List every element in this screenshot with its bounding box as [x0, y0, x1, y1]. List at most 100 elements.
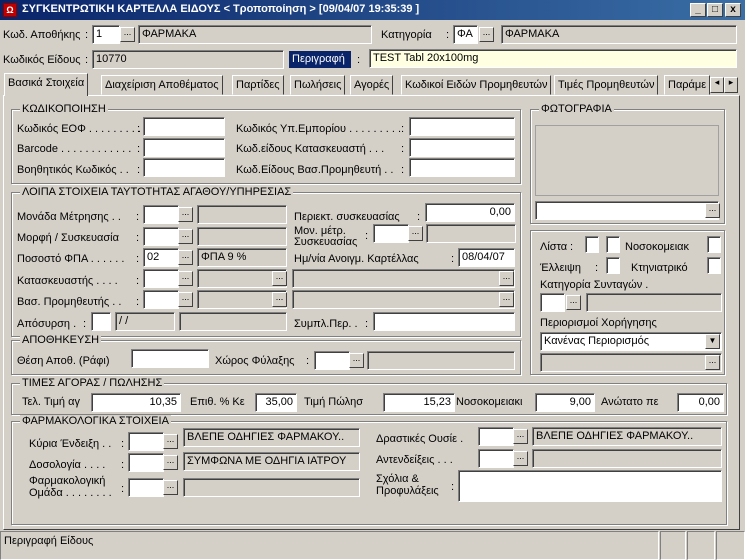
- minimize-button[interactable]: _: [690, 3, 706, 17]
- category-name-field: ΦΑΡΜΑΚΑ: [501, 25, 737, 44]
- photo-path-field[interactable]: [535, 201, 719, 220]
- withdrawal-label: Απόσυρση .: [17, 318, 77, 330]
- restrictions-extra-button[interactable]: ...: [705, 355, 720, 370]
- eof-field[interactable]: [143, 117, 225, 136]
- vat-label: Ποσοστό ΦΠΑ . . . . . .: [17, 253, 125, 265]
- active-substances-field[interactable]: [478, 427, 514, 446]
- storage-space-lookup-button[interactable]: ...: [349, 353, 364, 368]
- dosage-text-field: ΣΥΜΦΩΝΑ ΜΕ ΟΔΗΓΙΑ ΙΑΤΡΟΥ: [183, 452, 360, 471]
- hospital-checkbox[interactable]: [707, 236, 721, 253]
- shortage-checkbox[interactable]: [606, 257, 620, 274]
- active-substances-text-field: ΒΛΕΠΕ ΟΔΗΓΙΕΣ ΦΑΡΜΑΚΟΥ..: [532, 427, 722, 446]
- tab-scroll-right-icon[interactable]: ▸: [724, 77, 738, 93]
- form-name-field: [197, 227, 287, 246]
- shortage-label: Έλλειψη: [540, 262, 581, 274]
- rx-category-lookup-button[interactable]: ...: [566, 295, 581, 310]
- status-pane-4: [716, 531, 745, 560]
- form-label: Μορφή / Συσκευασία: [17, 232, 119, 244]
- rx-category-name-field: [586, 293, 722, 312]
- open-date-field[interactable]: 08/04/07: [458, 248, 515, 267]
- active-substances-lookup-button[interactable]: ...: [513, 429, 528, 444]
- status-pane-3: [687, 531, 715, 560]
- comments-field[interactable]: [458, 470, 722, 502]
- manufacturer-field[interactable]: [143, 269, 179, 288]
- restrictions-extra-field: [540, 353, 722, 372]
- pack-content-field[interactable]: 0,00: [425, 203, 515, 222]
- contraindications-lookup-button[interactable]: ...: [513, 451, 528, 466]
- vat-code-field[interactable]: 02: [143, 248, 179, 267]
- manufacturer-lookup-button[interactable]: ...: [178, 271, 193, 286]
- unit-field[interactable]: [143, 205, 179, 224]
- restrictions-dropdown-icon[interactable]: ▼: [705, 334, 720, 349]
- description-field[interactable]: TEST Tabl 20x100mg: [369, 49, 737, 68]
- form-lookup-button[interactable]: ...: [178, 229, 193, 244]
- tab-supplier-prices[interactable]: Τιμές Προμηθευτών: [554, 75, 659, 95]
- last-buy-field[interactable]: 10,35: [91, 393, 181, 412]
- category-code-field[interactable]: ΦΑ: [453, 25, 478, 44]
- tab-basic[interactable]: Βασικά Στοιχεία: [4, 73, 89, 96]
- compl-pack-field[interactable]: [373, 312, 515, 331]
- vat-lookup-button[interactable]: ...: [178, 250, 193, 265]
- form-field[interactable]: [143, 227, 179, 246]
- pharma-group-lookup-button[interactable]: ...: [163, 480, 178, 495]
- unit-lookup-button[interactable]: ...: [178, 207, 193, 222]
- manufacturer-extra2-button[interactable]: ...: [499, 271, 514, 286]
- restrictions-select[interactable]: Κανένας Περιορισμός: [540, 332, 722, 351]
- barcode-label: Barcode . . . . . . . . . . . .: [17, 143, 132, 155]
- storage-space-name-field: [367, 351, 515, 370]
- tab-batches[interactable]: Παρτίδες: [232, 75, 284, 95]
- tab-sales[interactable]: Πωλήσεις: [290, 75, 346, 95]
- indication-label: Κύρια Ένδειξη . .: [29, 438, 112, 450]
- tab-purchases[interactable]: Αγορές: [350, 75, 394, 95]
- close-button[interactable]: x: [725, 3, 741, 17]
- warehouse-code-field[interactable]: 1: [92, 25, 120, 44]
- sell-price-field[interactable]: 15,23: [383, 393, 455, 412]
- coding-title: ΚΩΔΙΚΟΠΟΙΗΣΗ: [20, 103, 108, 115]
- hospital-price-label: Νοσοκομειακι: [456, 396, 523, 408]
- main-supplier-field[interactable]: [143, 290, 179, 309]
- aux-code-label: Βοηθητικός Κωδικός . .: [17, 164, 129, 176]
- tab-params[interactable]: Παράμε: [664, 75, 710, 95]
- pharma-title: ΦΑΡΜΑΚΟΛΟΓΙΚΑ ΣΤΟΙΧΕΙΑ: [20, 415, 171, 427]
- warehouse-lookup-button[interactable]: ...: [120, 27, 135, 42]
- markup-label: Επιθ. % Κε: [190, 396, 245, 408]
- veterinary-checkbox[interactable]: [707, 257, 721, 274]
- tab-supplier-codes[interactable]: Κωδικοί Ειδών Προμηθευτών: [401, 75, 552, 95]
- contraindications-field[interactable]: [478, 449, 514, 468]
- supplier-extra2-button[interactable]: ...: [499, 292, 514, 307]
- rx-category-field[interactable]: [540, 293, 565, 312]
- category-lookup-button[interactable]: ...: [479, 27, 494, 42]
- sell-price-label: Τιμή Πώλησ: [304, 396, 363, 408]
- list-checkbox[interactable]: [585, 236, 599, 253]
- indication-lookup-button[interactable]: ...: [163, 434, 178, 449]
- pharma-group-field[interactable]: [128, 478, 164, 497]
- shelf-field[interactable]: [131, 349, 209, 368]
- manufacturer-extra-button[interactable]: ...: [272, 271, 287, 286]
- indication-field[interactable]: [128, 432, 164, 451]
- max-price-field[interactable]: 0,00: [677, 393, 724, 412]
- dosage-field[interactable]: [128, 453, 164, 472]
- supplier-code-field[interactable]: [409, 158, 515, 177]
- trade-code-field[interactable]: [409, 117, 515, 136]
- main-supplier-extra-button[interactable]: ...: [272, 292, 287, 307]
- vat-text-field: ΦΠΑ 9 %: [197, 248, 287, 267]
- dosage-lookup-button[interactable]: ...: [163, 455, 178, 470]
- tab-scroll-left-icon[interactable]: ◂: [710, 77, 724, 93]
- list-checkbox-2[interactable]: [606, 236, 620, 253]
- barcode-field[interactable]: [143, 138, 225, 157]
- indication-text-field: ΒΛΕΠΕ ΟΔΗΓΙΕΣ ΦΑΡΜΑΚΟΥ..: [183, 428, 360, 447]
- item-code-field: 10770: [92, 50, 284, 69]
- maximize-button[interactable]: □: [707, 3, 723, 17]
- mfr-code-field[interactable]: [409, 138, 515, 157]
- hospital-price-field[interactable]: 9,00: [535, 393, 595, 412]
- pack-unit-lookup-button[interactable]: ...: [408, 226, 423, 241]
- withdrawal-check-field[interactable]: [91, 312, 111, 331]
- tab-stock[interactable]: Διαχείριση Αποθέματος: [101, 75, 223, 95]
- photo-browse-button[interactable]: ...: [705, 203, 720, 218]
- markup-field[interactable]: 35,00: [255, 393, 297, 412]
- aux-code-field[interactable]: [143, 158, 225, 177]
- pack-unit-field[interactable]: [373, 224, 409, 243]
- main-supplier-lookup-button[interactable]: ...: [178, 292, 193, 307]
- supplier-code-label: Κωδ.Είδους Βασ.Προμηθευτή . .: [236, 164, 394, 176]
- storage-space-field[interactable]: [314, 351, 350, 370]
